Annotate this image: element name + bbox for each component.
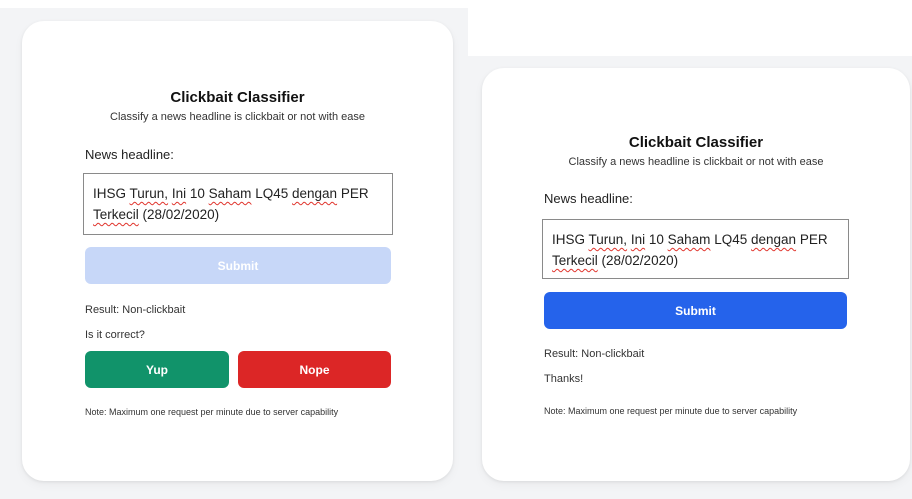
headline-word: LQ45	[255, 186, 289, 201]
classifier-card-left: Clickbait Classifier Classify a news hea…	[22, 21, 453, 481]
feedback-question: Is it correct?	[85, 329, 145, 341]
headline-word-misspelled: Terkecil	[93, 207, 139, 222]
page-subtitle: Classify a news headline is clickbait or…	[568, 156, 824, 168]
headline-word-misspelled: Ini	[171, 186, 187, 201]
headline-word-misspelled: dengan	[751, 232, 797, 247]
headline-label: News headline:	[544, 191, 633, 206]
page-title: Clickbait Classifier	[628, 134, 764, 151]
rate-limit-note: Note: Maximum one request per minute due…	[544, 406, 798, 416]
page-title: Clickbait Classifier	[170, 89, 305, 106]
classifier-card-right: Clickbait Classifier Classify a news hea…	[482, 68, 910, 481]
headline-word: 10	[189, 186, 205, 201]
headline-word-misspelled: dengan	[292, 186, 338, 201]
result-text: Result: Non-clickbait	[544, 348, 645, 360]
headline-label: News headline:	[85, 147, 174, 162]
headline-word: IHSG	[552, 232, 586, 247]
nope-button[interactable]: Nope	[238, 351, 391, 388]
submit-button-disabled[interactable]: Submit	[85, 247, 391, 284]
headline-word: LQ45	[714, 232, 748, 247]
headline-word: (28/02/2020)	[142, 207, 220, 222]
result-text: Result: Non-clickbait	[85, 304, 186, 316]
headline-word: 10	[648, 232, 664, 247]
rate-limit-note: Note: Maximum one request per minute due…	[85, 407, 339, 417]
headline-word-misspelled: Saham	[667, 232, 711, 247]
headline-word-misspelled: Ini	[630, 232, 646, 247]
headline-word: PER	[340, 186, 369, 201]
headline-input[interactable]: IHSG Turun, Ini 10 Saham LQ45 dengan PER…	[542, 219, 849, 279]
headline-word: (28/02/2020)	[601, 253, 679, 268]
screenshot-stage: Clickbait Classifier Classify a news hea…	[0, 0, 912, 499]
headline-word: PER	[799, 232, 828, 247]
page-subtitle: Classify a news headline is clickbait or…	[110, 111, 365, 123]
headline-input[interactable]: IHSG Turun, Ini 10 Saham LQ45 dengan PER…	[83, 173, 393, 235]
headline-word-misspelled: Turun,	[129, 186, 169, 201]
headline-word-misspelled: Terkecil	[552, 253, 598, 268]
thanks-text: Thanks!	[544, 373, 584, 385]
yup-button[interactable]: Yup	[85, 351, 229, 388]
headline-word: IHSG	[93, 186, 127, 201]
submit-button[interactable]: Submit	[544, 292, 847, 329]
headline-word-misspelled: Turun,	[588, 232, 628, 247]
headline-word-misspelled: Saham	[208, 186, 252, 201]
